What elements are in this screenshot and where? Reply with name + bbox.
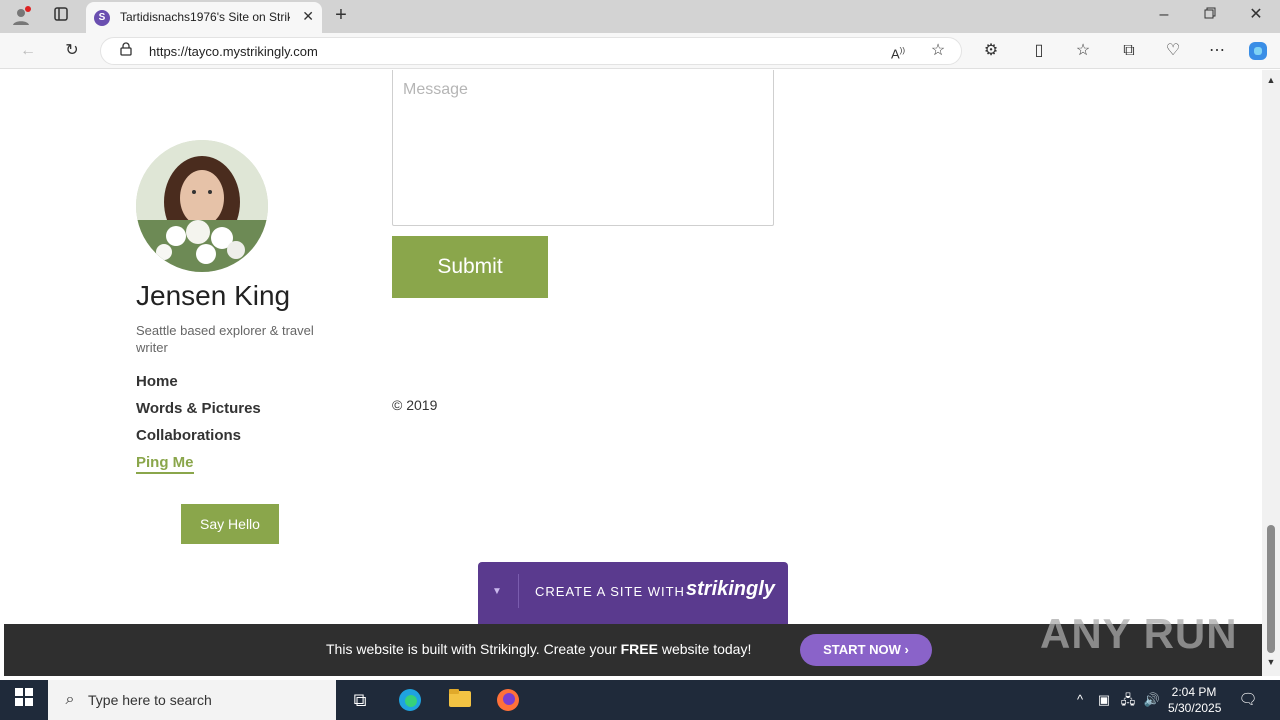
firefox-icon[interactable]: [496, 688, 520, 712]
network-icon[interactable]: 🖧: [1116, 688, 1140, 712]
split-screen-icon[interactable]: ▯: [1028, 41, 1050, 61]
start-now-button[interactable]: START NOW ›: [800, 634, 932, 666]
nav-item-words-pictures[interactable]: Words & Pictures: [136, 400, 261, 417]
chevron-right-icon: ›: [904, 642, 909, 657]
page-content: Message Submit Jensen King Seattle based…: [4, 70, 1262, 676]
new-tab-icon[interactable]: +: [330, 5, 352, 25]
start-now-label: START NOW: [823, 642, 901, 657]
clock-date: 5/30/2025: [1168, 701, 1222, 715]
lock-icon[interactable]: [117, 42, 135, 62]
scrollbar-thumb[interactable]: [1267, 525, 1275, 653]
nav-item-home[interactable]: Home: [136, 373, 178, 390]
profile-tagline: Seattle based explorer & travel writer: [136, 323, 314, 355]
anyrun-watermark: ANY RUN: [1040, 610, 1238, 657]
browser-toolbar: ← ↻ https://tayco.mystrikingly.com A)) ☆…: [0, 33, 1280, 69]
minimize-icon[interactable]: –: [1154, 5, 1174, 25]
more-menu-icon[interactable]: ⋯: [1206, 41, 1228, 61]
read-aloud-icon[interactable]: A)): [887, 41, 909, 64]
scroll-up-icon[interactable]: ▲: [1264, 74, 1278, 86]
favorites-icon[interactable]: ☆: [1072, 41, 1094, 61]
avatar: [136, 140, 268, 272]
file-explorer-icon[interactable]: [448, 688, 472, 712]
collections-icon[interactable]: ⧉: [1118, 41, 1140, 61]
scroll-down-icon[interactable]: ▼: [1264, 656, 1278, 668]
windows-start-icon[interactable]: [12, 688, 36, 712]
taskbar-clock[interactable]: 2:04 PM 5/30/2025: [1168, 684, 1222, 716]
nav-item-ping-me[interactable]: Ping Me: [136, 454, 194, 474]
tab-bar: S Tartidisnachs1976's Site on Strikingly…: [0, 0, 1280, 33]
active-tab[interactable]: S Tartidisnachs1976's Site on Strikingly…: [86, 2, 322, 33]
restore-icon[interactable]: [1200, 5, 1220, 25]
taskbar-search-box[interactable]: ⌕ Type here to search: [48, 680, 336, 720]
close-tab-icon[interactable]: ✕: [302, 8, 314, 25]
show-hidden-icons-icon[interactable]: ^: [1068, 688, 1092, 712]
device-icon[interactable]: ▣: [1092, 688, 1116, 712]
say-hello-button[interactable]: Say Hello: [181, 504, 279, 544]
message-textarea[interactable]: Message: [392, 70, 774, 226]
address-bar[interactable]: https://tayco.mystrikingly.com A)) ☆: [100, 37, 962, 65]
promo-text: This website is built with Strikingly. C…: [326, 641, 751, 657]
extensions-icon[interactable]: ⚙: [980, 41, 1002, 61]
copilot-icon[interactable]: [1246, 40, 1270, 68]
badge-divider: [518, 574, 519, 608]
back-icon[interactable]: ←: [18, 41, 38, 61]
close-window-icon[interactable]: ✕: [1246, 5, 1266, 25]
promo-text-free: FREE: [620, 641, 658, 657]
refresh-icon[interactable]: ↻: [62, 41, 82, 61]
tab-title: Tartidisnachs1976's Site on Strikingly: [120, 10, 290, 24]
badge-text: CREATE A SITE WITH: [535, 584, 685, 599]
notifications-icon[interactable]: 🗨: [1236, 688, 1260, 712]
page-scrollbar[interactable]: ▲ ▼: [1262, 70, 1280, 676]
promo-text-a: This website is built with Strikingly. C…: [326, 641, 621, 657]
browser-essentials-icon[interactable]: ♡: [1162, 41, 1184, 61]
submit-button[interactable]: Submit: [392, 236, 548, 298]
volume-icon[interactable]: 🔊: [1140, 688, 1164, 712]
url-text: https://tayco.mystrikingly.com: [149, 44, 318, 59]
favorite-star-icon[interactable]: ☆: [927, 41, 949, 61]
tab-actions-icon[interactable]: [50, 6, 72, 28]
strikingly-logo: strikingly: [686, 578, 775, 600]
profile-icon[interactable]: [10, 6, 32, 32]
windows-taskbar: ⌕ Type here to search ⧉ ^ ▣ 🖧 🔊 2:04 PM …: [0, 680, 1280, 720]
taskbar-search-placeholder: Type here to search: [88, 692, 212, 708]
copyright-text: © 2019: [392, 397, 438, 413]
message-placeholder: Message: [403, 81, 468, 98]
task-view-icon[interactable]: ⧉: [348, 688, 372, 712]
clock-time: 2:04 PM: [1171, 685, 1217, 699]
edge-browser-icon[interactable]: [398, 688, 422, 712]
promo-text-b: website today!: [657, 641, 752, 657]
site-favicon-icon: S: [94, 10, 110, 26]
strikingly-badge[interactable]: ▼ CREATE A SITE WITH strikingly: [478, 562, 788, 624]
search-icon: ⌕: [65, 691, 75, 708]
caret-down-icon[interactable]: ▼: [492, 586, 502, 597]
profile-name: Jensen King: [136, 280, 291, 311]
nav-item-collaborations[interactable]: Collaborations: [136, 427, 241, 444]
